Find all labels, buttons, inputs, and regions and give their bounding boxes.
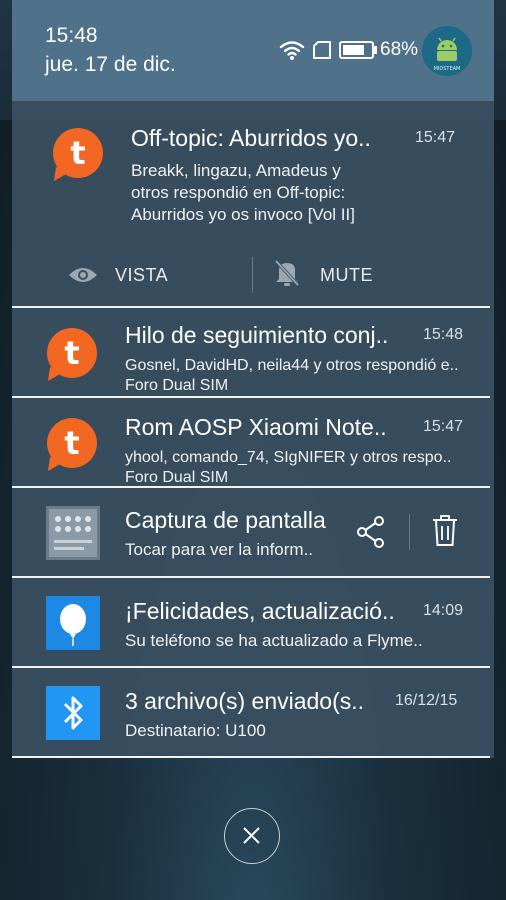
- notification-body: Gosnel, DavidHD, neila44 y otros respond…: [125, 357, 459, 374]
- notification-card[interactable]: t Rom AOSP Xiaomi Note.. 15:47 yhool, co…: [12, 398, 494, 486]
- sim-card-icon: [313, 41, 331, 59]
- update-balloon-icon: [46, 596, 100, 650]
- notification-title: ¡Felicidades, actualizació..: [125, 598, 395, 624]
- notification-body-line: Breakk, lingazu, Amadeus y: [131, 161, 341, 180]
- notification-time: 15:48: [423, 326, 464, 343]
- battery-percentage: 68%: [380, 39, 419, 60]
- trash-icon[interactable]: [432, 515, 458, 547]
- share-icon[interactable]: [356, 515, 386, 549]
- notification-body: yhool, comando_74, SIgNIFER y otros resp…: [125, 449, 452, 466]
- clear-all-button[interactable]: [224, 808, 280, 864]
- tapatalk-icon: t: [47, 418, 97, 471]
- notification-body: Tocar para ver la inform..: [125, 540, 314, 559]
- clock: 15:48: [45, 24, 98, 47]
- notification-time: 14:09: [423, 602, 464, 619]
- notification-subtext: Foro Dual SIM: [125, 469, 229, 486]
- action-vista-label: VISTA: [115, 265, 169, 285]
- bluetooth-icon: [46, 686, 100, 740]
- screenshot-thumbnail: [46, 506, 100, 560]
- action-divider: [409, 514, 410, 550]
- notification-body: Su teléfono se ha actualizado a Flyme..: [125, 631, 423, 650]
- bell-off-icon: [274, 259, 300, 287]
- notification-subtext: Foro Dual SIM: [125, 377, 229, 394]
- notification-title: Hilo de seguimiento conj..: [125, 322, 389, 348]
- notification-panel: t Off-topic: Aburridos yo.. 15:47 Breakk…: [12, 101, 494, 758]
- svg-text:t: t: [64, 334, 79, 372]
- notification-time: 16/12/15: [395, 692, 458, 709]
- notification-card[interactable]: ¡Felicidades, actualizació.. 14:09 Su te…: [12, 578, 494, 666]
- eye-icon: [69, 268, 97, 282]
- notification-title: 3 archivo(s) enviado(s..: [125, 688, 365, 714]
- notification-body-line: Aburridos yo os invoco [Vol II]: [131, 205, 355, 224]
- status-header: 15:48 jue. 17 de dic. 68% MIDSTEAM: [12, 0, 494, 101]
- tapatalk-icon: t: [47, 328, 97, 381]
- avatar-caption: MIDSTEAM: [434, 66, 461, 72]
- avatar[interactable]: MIDSTEAM: [422, 26, 472, 76]
- date: jue. 17 de dic.: [45, 53, 176, 76]
- wifi-icon: [279, 41, 305, 60]
- close-icon: [243, 827, 260, 844]
- notification-title: Rom AOSP Xiaomi Note..: [125, 414, 387, 440]
- action-divider: [252, 257, 253, 293]
- notification-time: 15:47: [415, 129, 456, 146]
- notification-time: 15:47: [423, 418, 464, 435]
- notification-card[interactable]: 3 archivo(s) enviado(s.. 16/12/15 Destin…: [12, 668, 494, 756]
- notification-title: Captura de pantalla: [125, 507, 326, 533]
- svg-text:t: t: [64, 424, 79, 462]
- tapatalk-icon: t: [53, 128, 103, 181]
- notification-body: Destinatario: U100: [125, 721, 266, 740]
- notification-card[interactable]: t Off-topic: Aburridos yo.. 15:47 Breakk…: [12, 101, 494, 307]
- action-mute-label: MUTE: [320, 265, 373, 285]
- notification-body-line: otros respondió en Off-topic:: [131, 183, 346, 202]
- svg-text:t: t: [70, 134, 85, 172]
- battery-icon: [339, 41, 377, 59]
- notification-card[interactable]: Captura de pantalla Tocar para ver la in…: [12, 488, 494, 576]
- android-icon: MIDSTEAM: [422, 26, 472, 76]
- divider: [12, 756, 490, 758]
- notification-card[interactable]: t Hilo de seguimiento conj.. 15:48 Gosne…: [12, 308, 494, 396]
- notification-title: Off-topic: Aburridos yo..: [131, 125, 371, 151]
